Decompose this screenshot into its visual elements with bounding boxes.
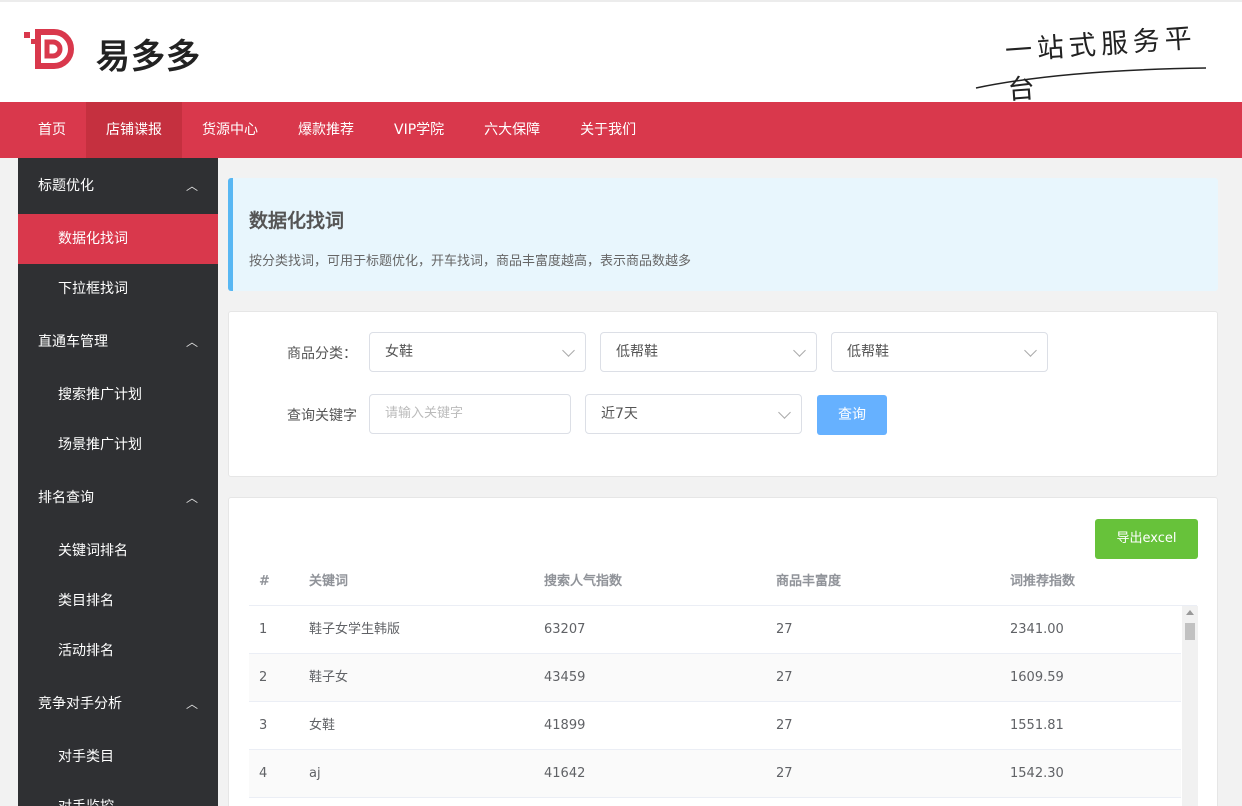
- filter-panel: 商品分类： 女鞋 低帮鞋 低帮鞋 查询关键字 请输入关键字 近7天 查询: [228, 311, 1218, 477]
- chevron-up-icon: ︿: [185, 335, 198, 349]
- column-header-index[interactable]: #: [259, 562, 270, 602]
- info-callout: 数据化找词 按分类找词，可用于标题优化，开车找词，商品丰富度越高，表示商品数越多: [228, 178, 1218, 291]
- export-excel-button[interactable]: 导出excel: [1095, 519, 1198, 559]
- cell-keyword: 鞋子女学生韩版: [309, 622, 401, 637]
- chevron-up-icon: ︿: [185, 179, 198, 193]
- sidebar-item-keyword-rank[interactable]: 关键词排名: [18, 526, 218, 576]
- column-header-product-richness[interactable]: 商品丰富度: [776, 562, 841, 602]
- nav-item-about[interactable]: 关于我们: [560, 102, 656, 158]
- results-panel: 导出excel # 关键词 搜索人气指数 商品丰富度 词推荐指数 1 鞋子女学生…: [228, 497, 1218, 806]
- main-nav: 首页 店铺谍报 货源中心 爆款推荐 VIP学院 六大保障 关于我们: [0, 102, 1242, 158]
- sidebar-item-data-keywords[interactable]: 数据化找词: [18, 214, 218, 264]
- cell-index: 4: [259, 766, 268, 781]
- sidebar-item-scene-plan[interactable]: 场景推广计划: [18, 420, 218, 470]
- cell-product-richness: 27: [776, 766, 793, 781]
- sidebar-group-competitor[interactable]: 竞争对手分析 ︿: [18, 676, 218, 732]
- scrollbar-thumb[interactable]: [1185, 623, 1195, 640]
- keyword-label: 查询关键字: [287, 408, 357, 424]
- cell-keyword: 鞋子女: [309, 670, 349, 685]
- cell-search-popularity: 41642: [544, 766, 586, 781]
- column-header-recommend-index[interactable]: 词推荐指数: [1010, 562, 1075, 602]
- period-select-value: 近7天: [601, 406, 638, 422]
- category-select-2-value: 低帮鞋: [616, 344, 658, 360]
- column-header-keyword[interactable]: 关键词: [309, 562, 348, 602]
- table-row[interactable]: 3 女鞋 41899 27 1551.81: [249, 702, 1181, 750]
- category-select-3[interactable]: 低帮鞋: [831, 332, 1048, 372]
- cell-recommend-index: 1542.30: [1010, 766, 1064, 781]
- sidebar-item-category-rank[interactable]: 类目排名: [18, 576, 218, 626]
- category-select-3-value: 低帮鞋: [847, 344, 889, 360]
- table-header: # 关键词 搜索人气指数 商品丰富度 词推荐指数: [249, 562, 1197, 606]
- nav-item-sourcing[interactable]: 货源中心: [182, 102, 278, 158]
- logo-mark-icon: [22, 28, 88, 78]
- chevron-down-icon: [793, 344, 806, 357]
- cell-search-popularity: 63207: [544, 622, 586, 637]
- cell-recommend-index: 1551.81: [1010, 718, 1064, 733]
- sidebar: 标题优化 ︿ 数据化找词 下拉框找词 直通车管理 ︿ 搜索推广计划 场景推广计划…: [18, 158, 218, 806]
- cell-product-richness: 27: [776, 670, 793, 685]
- header: 易多多 一站式服务平台: [0, 0, 1242, 106]
- nav-item-vip-academy[interactable]: VIP学院: [374, 102, 464, 158]
- category-label: 商品分类：: [287, 346, 357, 362]
- category-select-1-value: 女鞋: [385, 344, 413, 360]
- page-description: 按分类找词，可用于标题优化，开车找词，商品丰富度越高，表示商品数越多: [249, 254, 692, 269]
- category-select-2[interactable]: 低帮鞋: [600, 332, 817, 372]
- scroll-up-arrow-icon[interactable]: [1186, 610, 1194, 615]
- table-scrollbar[interactable]: [1182, 606, 1198, 806]
- sidebar-item-competitor-monitor[interactable]: 对手监控: [18, 782, 218, 806]
- cell-index: 1: [259, 622, 268, 637]
- nav-item-guarantees[interactable]: 六大保障: [464, 102, 560, 158]
- cell-product-richness: 27: [776, 718, 793, 733]
- column-header-search-popularity[interactable]: 搜索人气指数: [544, 562, 622, 602]
- cell-product-richness: 27: [776, 622, 793, 637]
- period-select[interactable]: 近7天: [585, 394, 802, 434]
- cell-index: 3: [259, 718, 268, 733]
- nav-item-home[interactable]: 首页: [18, 102, 86, 158]
- keyword-input[interactable]: 请输入关键字: [369, 394, 571, 434]
- nav-item-store-intel[interactable]: 店铺谍报: [86, 102, 182, 158]
- slogan: 一站式服务平台: [972, 16, 1212, 106]
- chevron-down-icon: [562, 344, 575, 357]
- table-body: 1 鞋子女学生韩版 63207 27 2341.00 2 鞋子女 43459 2…: [249, 606, 1181, 798]
- sidebar-group-label: 竞争对手分析: [38, 696, 122, 712]
- page-title: 数据化找词: [249, 210, 345, 232]
- cell-recommend-index: 2341.00: [1010, 622, 1064, 637]
- sidebar-item-search-plan[interactable]: 搜索推广计划: [18, 370, 218, 420]
- sidebar-group-title-opt[interactable]: 标题优化 ︿: [18, 158, 218, 214]
- table-row[interactable]: 4 aj 41642 27 1542.30: [249, 750, 1181, 798]
- sidebar-group-label: 标题优化: [38, 178, 94, 194]
- chevron-down-icon: [778, 406, 791, 419]
- cell-index: 2: [259, 670, 268, 685]
- query-button[interactable]: 查询: [817, 395, 887, 435]
- sidebar-item-competitor-category[interactable]: 对手类目: [18, 732, 218, 782]
- sidebar-group-ranking[interactable]: 排名查询 ︿: [18, 470, 218, 526]
- nav-item-hot-products[interactable]: 爆款推荐: [278, 102, 374, 158]
- cell-keyword: aj: [309, 766, 321, 781]
- sidebar-group-ztc[interactable]: 直通车管理 ︿: [18, 314, 218, 370]
- cell-search-popularity: 41899: [544, 718, 586, 733]
- sidebar-item-activity-rank[interactable]: 活动排名: [18, 626, 218, 676]
- category-select-1[interactable]: 女鞋: [369, 332, 586, 372]
- chevron-up-icon: ︿: [185, 697, 198, 711]
- slogan-underline-icon: [975, 67, 1207, 89]
- chevron-up-icon: ︿: [185, 491, 198, 505]
- sidebar-group-label: 排名查询: [38, 490, 94, 506]
- sidebar-item-dropdown-keywords[interactable]: 下拉框找词: [18, 264, 218, 314]
- cell-keyword: 女鞋: [309, 718, 336, 733]
- table-row[interactable]: 2 鞋子女 43459 27 1609.59: [249, 654, 1181, 702]
- cell-search-popularity: 43459: [544, 670, 586, 685]
- sidebar-group-label: 直通车管理: [38, 334, 108, 350]
- logo[interactable]: 易多多: [22, 28, 201, 78]
- cell-recommend-index: 1609.59: [1010, 670, 1064, 685]
- brand-name: 易多多: [96, 36, 201, 77]
- chevron-down-icon: [1024, 344, 1037, 357]
- table-row[interactable]: 1 鞋子女学生韩版 63207 27 2341.00: [249, 606, 1181, 654]
